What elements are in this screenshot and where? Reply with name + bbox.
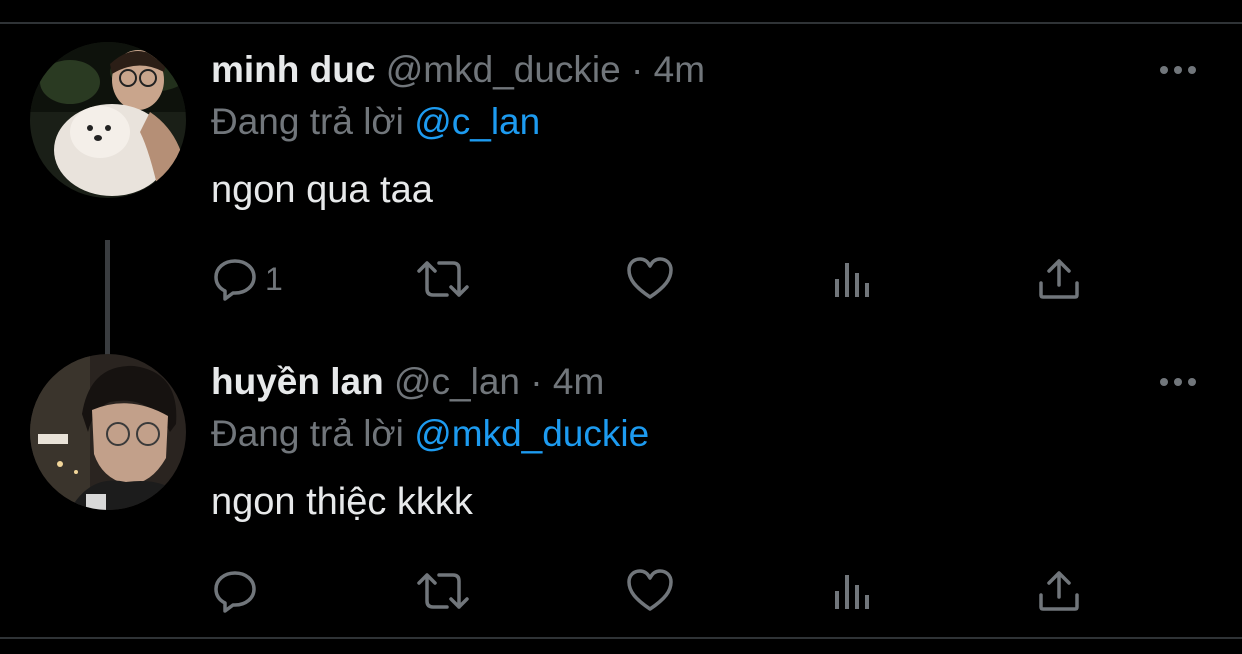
user-handle[interactable]: @c_lan — [394, 361, 520, 402]
tweet-actions — [211, 564, 1111, 618]
share-button[interactable] — [1037, 252, 1081, 306]
display-name[interactable]: minh duc — [211, 49, 375, 90]
replying-to-handle[interactable]: @mkd_duckie — [414, 413, 649, 454]
retweet-icon — [417, 573, 469, 609]
share-button[interactable] — [1037, 564, 1081, 618]
avatar[interactable] — [30, 42, 186, 198]
views-icon — [835, 263, 869, 297]
reply-icon — [214, 571, 256, 613]
reply-count: 1 — [265, 261, 283, 297]
replying-to-handle[interactable]: @c_lan — [414, 101, 540, 142]
like-icon — [627, 257, 673, 299]
reply-button[interactable] — [211, 564, 265, 618]
tweet-text: ngon thiệc kkkk — [211, 481, 473, 523]
like-button[interactable] — [625, 252, 675, 306]
like-button[interactable] — [625, 564, 675, 618]
timestamp[interactable]: 4m — [654, 49, 705, 90]
tweet-text: ngon qua taa — [211, 169, 433, 211]
tweet-actions: 1 — [211, 252, 1111, 306]
replying-to-label: Đang trả lời — [211, 413, 404, 454]
user-handle[interactable]: @mkd_duckie — [386, 49, 621, 90]
retweet-button[interactable] — [415, 564, 471, 618]
tweet-header: minh duc @mkd_duckie · 4m — [211, 46, 705, 94]
replying-to: Đang trả lời @c_lan — [211, 98, 540, 146]
timestamp[interactable]: 4m — [553, 361, 604, 402]
views-button[interactable] — [831, 564, 875, 618]
retweet-icon — [417, 261, 469, 297]
separator-dot: · — [530, 361, 543, 402]
reply-icon — [214, 259, 256, 301]
views-button[interactable] — [831, 252, 875, 306]
more-horizontal-icon[interactable] — [1156, 60, 1204, 80]
share-icon — [1039, 259, 1079, 299]
more-horizontal-icon[interactable] — [1156, 372, 1204, 392]
display-name[interactable]: huyền lan — [211, 361, 384, 402]
separator-dot: · — [631, 49, 644, 90]
reply-button[interactable]: 1 — [211, 252, 283, 306]
share-icon — [1039, 571, 1079, 611]
avatar[interactable] — [30, 354, 186, 510]
top-divider — [0, 22, 1242, 24]
retweet-button[interactable] — [415, 252, 471, 306]
bottom-divider — [0, 637, 1242, 639]
tweet[interactable]: minh duc @mkd_duckie · 4m Đang trả lời @… — [0, 40, 1242, 390]
views-icon — [835, 575, 869, 609]
tweet[interactable]: huyền lan @c_lan · 4m Đang trả lời @mkd_… — [0, 352, 1242, 632]
replying-to-label: Đang trả lời — [211, 101, 404, 142]
replying-to: Đang trả lời @mkd_duckie — [211, 410, 649, 458]
like-icon — [627, 569, 673, 611]
tweet-header: huyền lan @c_lan · 4m — [211, 358, 604, 406]
